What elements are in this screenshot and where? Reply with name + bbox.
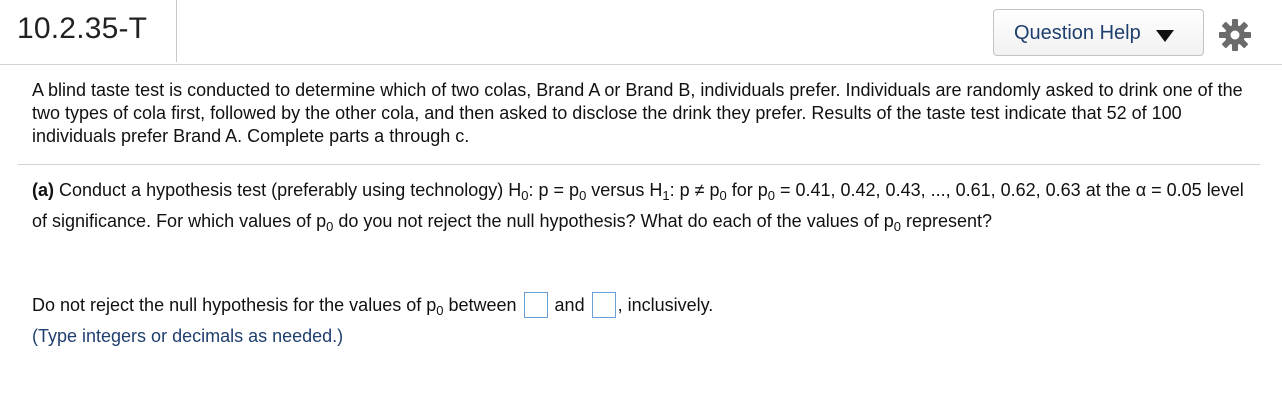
p0-subscript: 0	[767, 188, 775, 203]
question-header: 10.2.35-T Question Help	[0, 0, 1282, 66]
h1-subscript: 1	[662, 188, 670, 203]
answer-format-hint: (Type integers or decimals as needed.)	[32, 326, 344, 346]
part-a-lead: Conduct a hypothesis test (preferably us…	[59, 180, 522, 200]
lower-bound-input[interactable]	[523, 292, 548, 318]
and-text: and	[549, 295, 590, 315]
question-text: do you not reject the null hypothesis? W…	[333, 211, 894, 231]
question-id-box: 10.2.35-T	[0, 0, 177, 62]
h1-equation: : p ≠ p	[669, 180, 720, 200]
header-divider	[0, 64, 1282, 65]
question-help-button[interactable]: Question Help	[993, 9, 1204, 56]
question-id: 10.2.35-T	[17, 12, 148, 45]
p0-subscript: 0	[893, 219, 901, 234]
p0-subscript: 0	[719, 188, 727, 203]
versus-text: versus H	[586, 180, 663, 200]
caret-down-icon	[1156, 30, 1174, 42]
answer-line: Do not reject the null hypothesis for th…	[32, 292, 713, 318]
h0-subscript: 0	[521, 188, 529, 203]
for-text: for p	[726, 180, 768, 200]
upper-bound-input[interactable]	[591, 292, 616, 318]
inclusively-text: , inclusively.	[617, 295, 714, 315]
part-a-label: (a)	[32, 180, 54, 200]
problem-statement: A blind taste test is conducted to deter…	[32, 80, 1243, 146]
represent-text: represent?	[900, 211, 993, 231]
question-help-label: Question Help	[1014, 22, 1141, 44]
gear-icon[interactable]	[1218, 18, 1252, 52]
part-a-question: (a) Conduct a hypothesis test (preferabl…	[32, 175, 1262, 237]
h0-equation: : p = p	[528, 180, 580, 200]
between-text: between	[443, 295, 522, 315]
section-divider	[18, 164, 1260, 165]
answer-lead: Do not reject the null hypothesis for th…	[32, 295, 437, 315]
